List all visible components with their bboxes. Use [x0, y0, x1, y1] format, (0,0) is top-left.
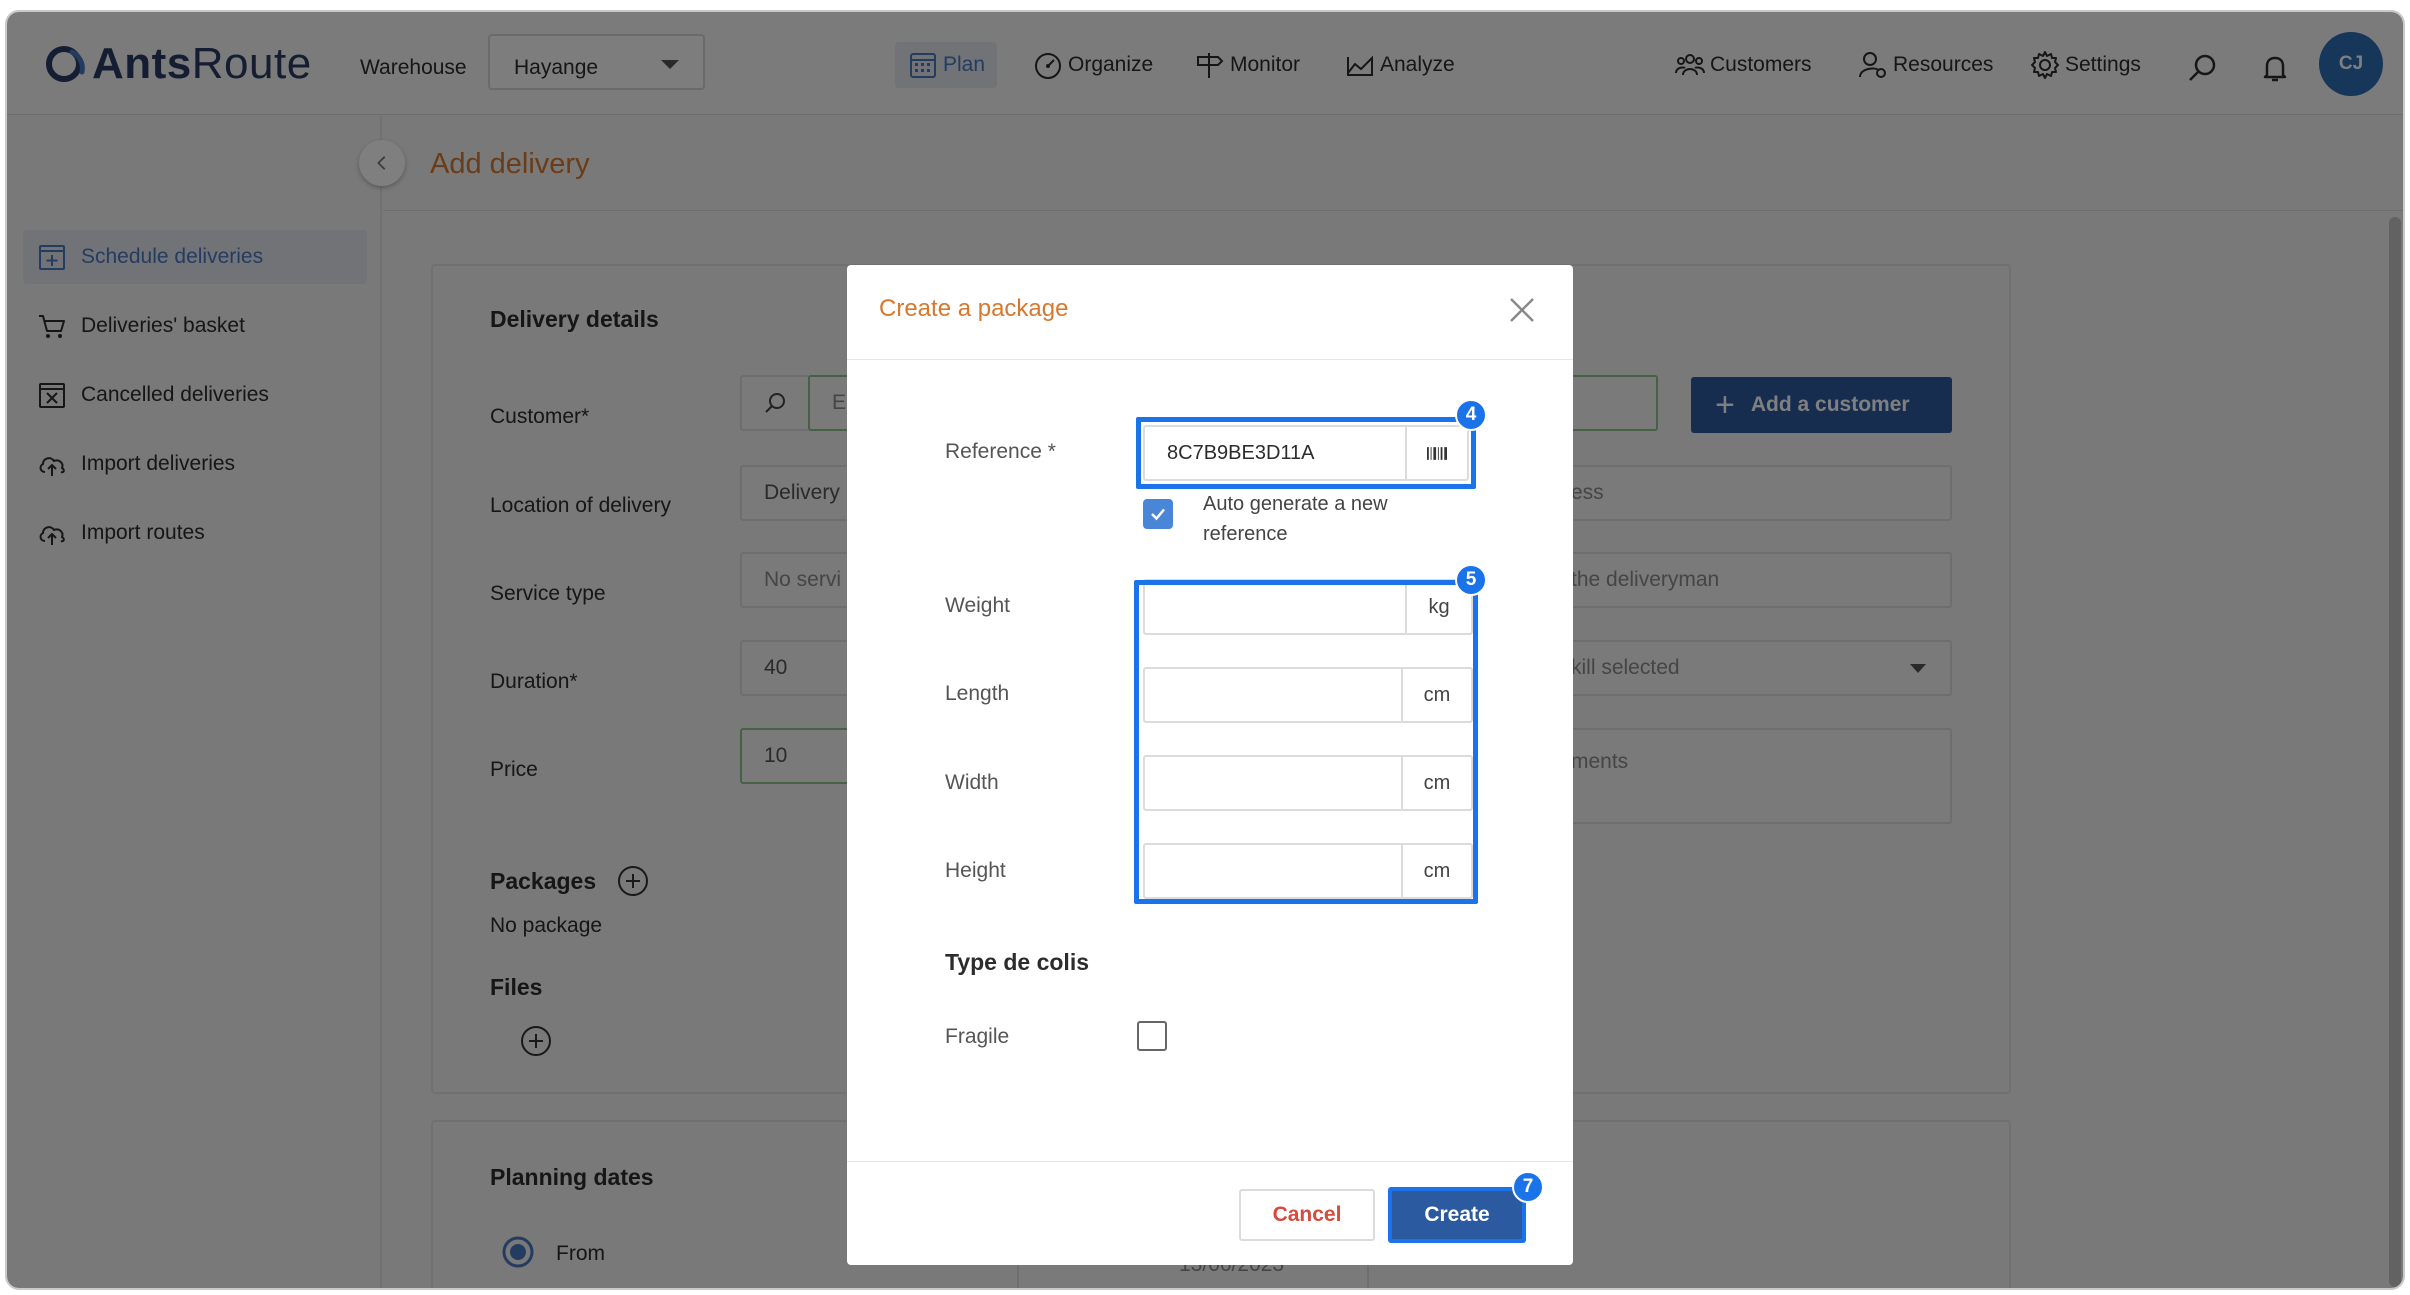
- auto-generate-label: Auto generate a new reference: [1203, 493, 1388, 545]
- length-unit: cm: [1401, 669, 1471, 721]
- height-unit: cm: [1401, 845, 1471, 897]
- close-icon[interactable]: [1505, 293, 1539, 327]
- height-label: Height: [945, 859, 1006, 882]
- create-package-modal: Create a package Reference * 4 Auto gene…: [847, 265, 1573, 1265]
- app-window: AntsRoute Warehouse Hayange Plan Organiz…: [5, 10, 2405, 1290]
- weight-field: kg: [1143, 579, 1473, 635]
- weight-label: Weight: [945, 594, 1010, 617]
- modal-title: Create a package: [879, 295, 1069, 322]
- fragile-checkbox[interactable]: [1137, 1021, 1167, 1051]
- checkmark-icon: [1151, 508, 1165, 521]
- reference-input[interactable]: [1145, 427, 1407, 479]
- annotation-badge-7: 7: [1512, 1171, 1544, 1203]
- reference-field: [1143, 425, 1469, 481]
- auto-generate-checkbox[interactable]: [1143, 499, 1173, 529]
- width-unit: cm: [1401, 757, 1471, 809]
- length-label: Length: [945, 682, 1010, 705]
- barcode-icon: [1427, 446, 1447, 460]
- length-input[interactable]: [1145, 669, 1405, 721]
- width-label: Width: [945, 771, 999, 794]
- width-field: cm: [1143, 755, 1473, 811]
- width-input[interactable]: [1145, 757, 1405, 809]
- annotation-badge-5: 5: [1455, 564, 1487, 596]
- barcode-button[interactable]: [1405, 427, 1467, 479]
- cancel-button[interactable]: Cancel: [1239, 1189, 1375, 1241]
- modal-footer-divider: [847, 1161, 1573, 1162]
- create-button[interactable]: Create: [1388, 1187, 1526, 1243]
- weight-input[interactable]: [1145, 581, 1405, 633]
- length-field: cm: [1143, 667, 1473, 723]
- fragile-label: Fragile: [945, 1025, 1010, 1048]
- annotation-badge-4: 4: [1455, 399, 1487, 431]
- modal-header-divider: [847, 359, 1573, 360]
- reference-label: Reference *: [945, 440, 1056, 463]
- package-type-heading: Type de colis: [945, 949, 1090, 975]
- height-field: cm: [1143, 843, 1473, 899]
- height-input[interactable]: [1145, 845, 1405, 897]
